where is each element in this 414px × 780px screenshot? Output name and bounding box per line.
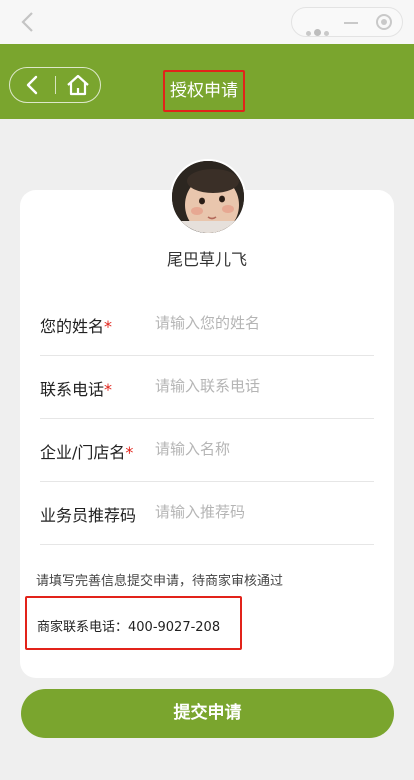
minimize-icon[interactable] — [344, 22, 358, 24]
field-label: 联系电话* — [40, 380, 113, 399]
form-row-referral: 业务员推荐码 — [40, 482, 374, 545]
system-bar — [0, 0, 414, 44]
merchant-phone-box: 商家联系电话：400-9027-208 — [25, 596, 242, 650]
form-row-store: 企业/门店名* — [40, 419, 374, 482]
nav-separator — [55, 76, 56, 94]
user-name: 尾巴草儿飞 — [166, 250, 247, 269]
back-icon[interactable] — [18, 10, 40, 34]
referral-code-input[interactable] — [155, 498, 365, 526]
close-record-icon[interactable] — [376, 14, 392, 30]
name-input[interactable] — [155, 309, 365, 337]
required-mark: * — [104, 317, 113, 336]
avatar — [170, 159, 246, 235]
store-name-input[interactable] — [155, 435, 365, 463]
phone-input[interactable] — [155, 372, 365, 400]
notice-text: 请填写完善信息提交申请，待商家审核通过 — [36, 574, 284, 589]
required-mark: * — [125, 443, 134, 462]
home-icon[interactable] — [65, 74, 91, 96]
form-row-name: 您的姓名* — [40, 293, 374, 356]
nav-capsule — [9, 67, 101, 103]
page-title: 授权申请 — [163, 70, 245, 112]
merchant-phone: 商家联系电话：400-9027-208 — [37, 620, 221, 635]
submit-button[interactable]: 提交申请 — [21, 689, 394, 738]
required-mark: * — [104, 380, 113, 399]
field-label: 企业/门店名* — [40, 443, 134, 462]
nav-back-icon[interactable] — [22, 74, 44, 96]
page-header: 授权申请 — [0, 44, 414, 119]
field-label: 业务员推荐码 — [40, 506, 137, 525]
miniprogram-capsule — [291, 7, 403, 37]
form-row-phone: 联系电话* — [40, 356, 374, 419]
apply-form-card: 尾巴草儿飞 您的姓名* 联系电话* 企业/门店名* 业务员推荐码 请填写完善信息… — [20, 190, 394, 678]
field-label: 您的姓名* — [40, 317, 113, 336]
more-dots-icon[interactable] — [306, 21, 332, 40]
